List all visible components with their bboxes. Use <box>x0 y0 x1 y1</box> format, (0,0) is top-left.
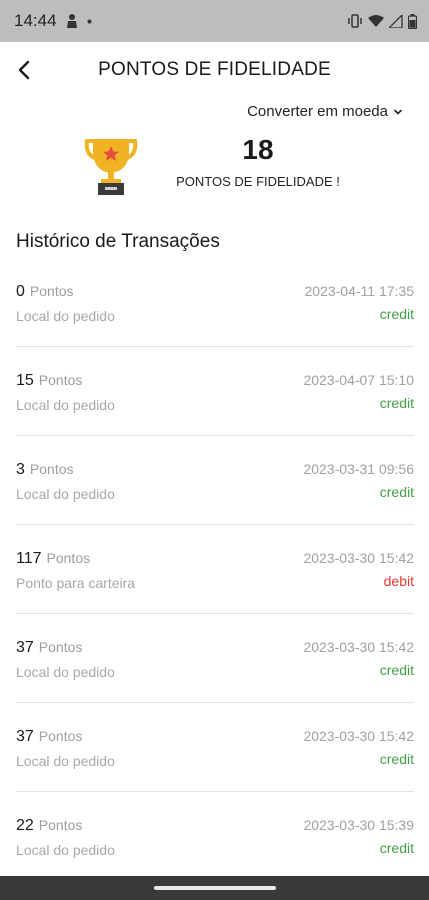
system-navigation-bar <box>0 876 429 900</box>
points-unit-label: Pontos <box>46 550 91 566</box>
transaction-points: 37 <box>16 728 34 745</box>
vibrate-icon <box>348 14 362 28</box>
transaction-description: Local do pedido <box>16 397 115 413</box>
loyalty-points-caption: PONTOS DE FIDELIDADE ! <box>176 174 340 189</box>
points-unit-label: Pontos <box>38 639 83 655</box>
transaction-type: credit <box>379 484 414 500</box>
transaction-description: Local do pedido <box>16 842 115 858</box>
chevron-left-icon[interactable] <box>12 56 38 84</box>
convert-label: Converter em moeda <box>247 103 388 120</box>
transaction-description: Local do pedido <box>16 308 115 324</box>
transaction-date: 2023-03-30 15:42 <box>303 550 414 566</box>
transaction-points: 117 <box>16 550 42 567</box>
points-unit-label: Pontos <box>38 817 83 833</box>
transaction-list: 0 Pontos 2023-04-11 17:35 Local do pedido… <box>16 258 414 881</box>
transaction-type: credit <box>379 395 414 411</box>
loyalty-points-value: 18 <box>242 134 274 165</box>
points-unit-label: Pontos <box>38 728 83 744</box>
signal-icon <box>389 14 403 28</box>
transaction-points: 22 <box>16 817 34 834</box>
transaction-row: 3 Pontos 2023-03-31 09:56 Local do pedido… <box>16 436 414 525</box>
home-gesture-handle[interactable] <box>153 886 276 890</box>
page-title: PONTOS DE FIDELIDADE <box>98 59 331 80</box>
dot-icon <box>87 19 92 23</box>
person-notification-icon <box>66 14 77 28</box>
transaction-row: 37 Pontos 2023-03-30 15:42 Local do pedid… <box>16 703 414 792</box>
transaction-row: 37 Pontos 2023-03-30 15:42 Local do pedid… <box>16 614 414 703</box>
transaction-type: credit <box>379 662 414 678</box>
transaction-description: Local do pedido <box>16 753 115 769</box>
status-bar: 14:44 <box>0 0 429 42</box>
transaction-description: Local do pedido <box>16 486 115 502</box>
status-time: 14:44 <box>14 11 57 30</box>
points-unit-label: Pontos <box>29 461 74 477</box>
transaction-points: 0 <box>16 283 25 300</box>
transaction-date: 2023-03-30 15:39 <box>303 817 414 833</box>
transaction-type: credit <box>379 840 414 856</box>
transaction-type: credit <box>379 751 414 767</box>
points-unit-label: Pontos <box>29 283 74 299</box>
transaction-row: 22 Pontos 2023-03-30 15:39 Local do pedid… <box>16 792 414 881</box>
transaction-history-title: Histórico de Transações <box>16 231 220 252</box>
transaction-date: 2023-03-31 09:56 <box>303 461 414 477</box>
transaction-row: 15 Pontos 2023-04-07 15:10 Local do pedid… <box>16 347 414 436</box>
points-unit-label: Pontos <box>38 372 83 388</box>
transaction-date: 2023-04-07 15:10 <box>303 372 414 388</box>
transaction-row: 117 Pontos 2023-03-30 15:42 Ponto para ca… <box>16 525 414 614</box>
transaction-date: 2023-04-11 17:35 <box>304 283 415 299</box>
convert-currency-dropdown[interactable]: Converter em moeda <box>247 103 403 120</box>
transaction-points: 3 <box>16 461 25 478</box>
trophy-icon <box>84 139 138 195</box>
app-bar: PONTOS DE FIDELIDADE <box>0 42 429 98</box>
transaction-type: credit <box>379 306 414 322</box>
wifi-icon <box>368 14 384 27</box>
transaction-type: debit <box>383 573 414 589</box>
transaction-description: Local do pedido <box>16 664 115 680</box>
chevron-down-icon <box>393 108 403 115</box>
transaction-date: 2023-03-30 15:42 <box>303 728 414 744</box>
transaction-points: 37 <box>16 639 34 656</box>
battery-icon <box>408 13 417 29</box>
transaction-points: 15 <box>16 372 34 389</box>
transaction-date: 2023-03-30 15:42 <box>303 639 414 655</box>
transaction-description: Ponto para carteira <box>16 575 136 591</box>
transaction-row: 0 Pontos 2023-04-11 17:35 Local do pedido… <box>16 258 414 347</box>
